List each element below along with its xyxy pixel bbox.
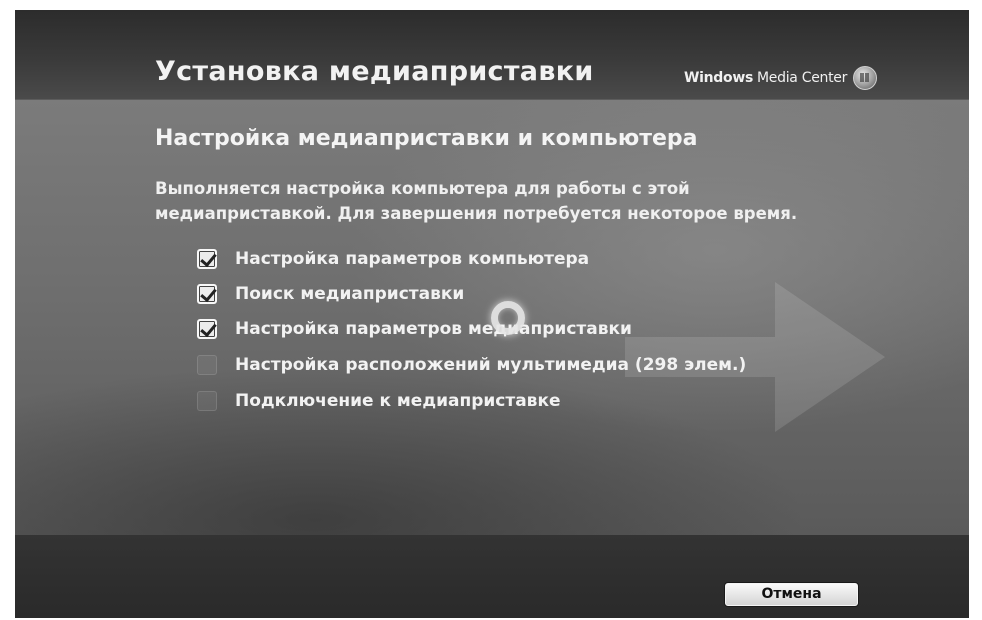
section-heading: Настройка медиаприставки и компьютера	[155, 126, 698, 151]
brand-bold: Windows	[684, 70, 754, 86]
step-label: Настройка расположений мультимедиа (298 …	[235, 355, 747, 375]
step-label: Настройка параметров медиаприставки	[235, 319, 632, 339]
step-item: Настройка расположений мультимедиа (298 …	[197, 352, 746, 378]
step-item: Настройка параметров медиаприставки	[197, 316, 632, 342]
brand: Windows Media Center	[684, 66, 878, 90]
checkbox-empty-icon	[197, 355, 217, 375]
checkbox-checked-icon	[197, 319, 217, 339]
busy-spinner-icon	[491, 301, 525, 335]
header-bar: Установка медиаприставки Windows Media C…	[15, 10, 969, 100]
media-center-window: Установка медиаприставки Windows Media C…	[15, 10, 969, 618]
description: Выполняется настройка компьютера для раб…	[155, 176, 797, 226]
page-title: Установка медиаприставки	[155, 56, 594, 87]
windows-media-center-logo-icon	[853, 66, 878, 90]
step-item: Настройка параметров компьютера	[197, 246, 589, 272]
step-item: Поиск медиаприставки	[197, 281, 464, 307]
step-label: Настройка параметров компьютера	[235, 249, 590, 269]
description-line: медиаприставкой. Для завершения потребуе…	[155, 204, 798, 223]
checkbox-empty-icon	[197, 391, 217, 411]
description-line: Выполняется настройка компьютера для раб…	[155, 179, 690, 198]
cancel-button[interactable]: Отмена	[725, 583, 858, 606]
step-label: Поиск медиаприставки	[235, 284, 465, 304]
checkbox-checked-icon	[197, 284, 217, 304]
checkbox-checked-icon	[197, 249, 217, 269]
step-label: Подключение к медиаприставке	[235, 391, 561, 411]
brand-text: Media Center	[757, 70, 848, 86]
step-item: Подключение к медиаприставке	[197, 388, 561, 414]
